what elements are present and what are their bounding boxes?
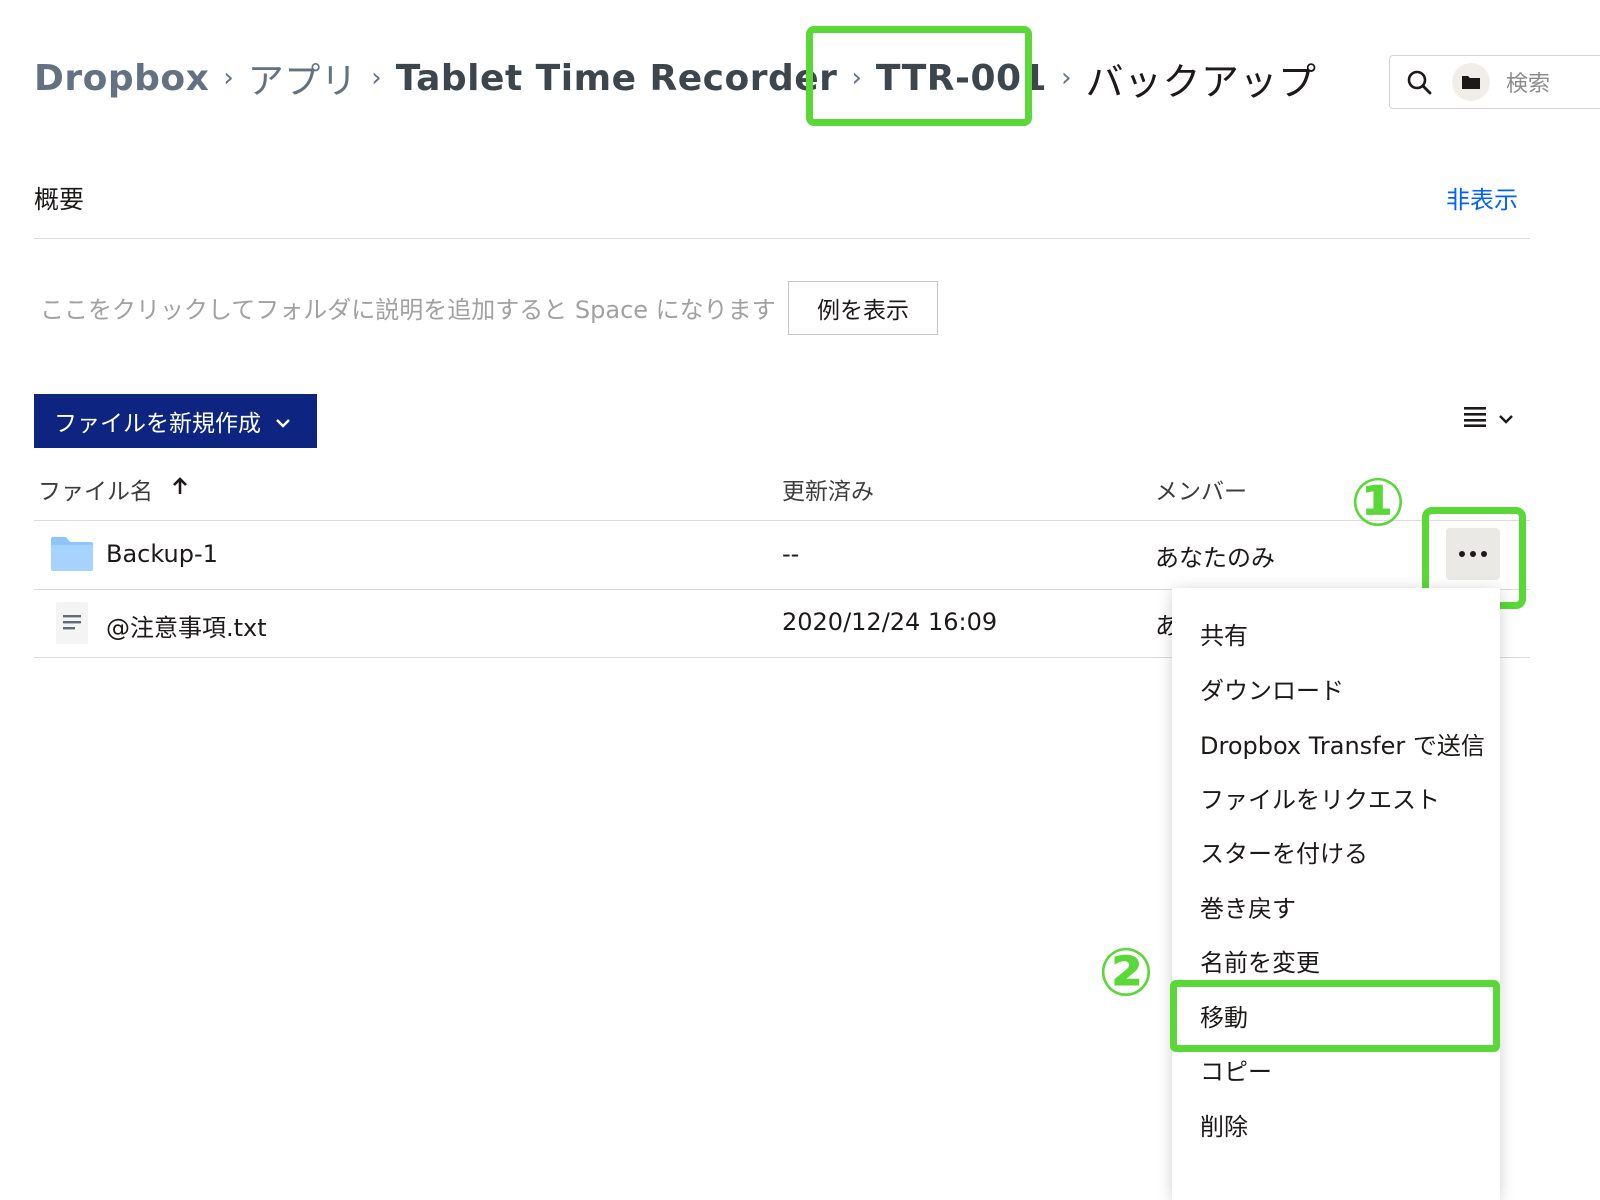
menu-item-copy[interactable]: コピー bbox=[1200, 1052, 1272, 1087]
search-placeholder: 検索 bbox=[1506, 72, 1551, 97]
text-file-icon bbox=[56, 602, 88, 648]
folder-scope-icon[interactable] bbox=[1452, 63, 1490, 101]
members: あなたのみ bbox=[1155, 544, 1275, 572]
breadcrumb-separator: › bbox=[223, 63, 234, 93]
modified-date: -- bbox=[782, 540, 800, 568]
column-header-name[interactable]: ファイル名 bbox=[38, 472, 189, 506]
modified-date: 2020/12/24 16:09 bbox=[782, 608, 998, 636]
step-2-badge: ② bbox=[1098, 934, 1154, 1011]
folder-icon bbox=[50, 536, 94, 576]
step-1-badge: ① bbox=[1350, 464, 1406, 541]
list-view-icon bbox=[1462, 405, 1488, 431]
hide-overview-link[interactable]: 非表示 bbox=[1446, 180, 1518, 215]
sort-ascending-icon bbox=[171, 476, 189, 502]
highlight-move-item bbox=[1170, 980, 1500, 1052]
breadcrumb-separator: › bbox=[371, 63, 382, 93]
folder-description-input[interactable]: ここをクリックしてフォルダに説明を追加すると Space になります bbox=[40, 290, 776, 325]
menu-item-rewind[interactable]: 巻き戻す bbox=[1200, 889, 1296, 924]
breadcrumb-separator: › bbox=[1061, 63, 1072, 93]
column-header-modified[interactable]: 更新済み bbox=[782, 472, 874, 506]
menu-item-download[interactable]: ダウンロード bbox=[1200, 671, 1344, 706]
chevron-down-icon bbox=[275, 408, 291, 434]
breadcrumb: Dropbox › アプリ › Tablet Time Recorder › T… bbox=[34, 50, 1317, 106]
file-name[interactable]: Backup-1 bbox=[106, 540, 218, 568]
menu-item-share[interactable]: 共有 bbox=[1200, 616, 1248, 651]
table-header-divider bbox=[34, 520, 1530, 521]
search-icon bbox=[1406, 69, 1432, 95]
menu-item-request-files[interactable]: ファイルをリクエスト bbox=[1200, 780, 1440, 815]
menu-item-send-transfer[interactable]: Dropbox Transfer で送信 bbox=[1200, 726, 1485, 761]
breadcrumb-apps[interactable]: アプリ bbox=[248, 52, 358, 104]
breadcrumb-current-folder: バックアップ bbox=[1085, 59, 1317, 104]
highlight-ttr-001 bbox=[806, 26, 1032, 126]
breadcrumb-tablet-time-recorder[interactable]: Tablet Time Recorder bbox=[396, 58, 838, 99]
context-menu: 共有 ダウンロード Dropbox Transfer で送信 ファイルをリクエス… bbox=[1172, 588, 1500, 1200]
overview-title: 概要 bbox=[34, 185, 85, 214]
new-file-label: ファイルを新規作成 bbox=[54, 411, 261, 437]
column-header-members[interactable]: メンバー bbox=[1155, 472, 1247, 506]
view-options-button[interactable] bbox=[1462, 405, 1514, 431]
overview-divider bbox=[34, 238, 1530, 239]
file-name[interactable]: @注意事項.txt bbox=[106, 608, 267, 643]
search-input[interactable]: 検索 bbox=[1389, 55, 1600, 109]
menu-item-rename[interactable]: 名前を変更 bbox=[1200, 943, 1320, 978]
show-example-button[interactable]: 例を表示 bbox=[788, 281, 938, 335]
chevron-down-icon bbox=[1498, 409, 1514, 428]
new-file-button[interactable]: ファイルを新規作成 bbox=[34, 394, 317, 448]
breadcrumb-dropbox[interactable]: Dropbox bbox=[34, 58, 209, 99]
column-name-label: ファイル名 bbox=[38, 479, 153, 505]
menu-item-star[interactable]: スターを付ける bbox=[1200, 834, 1368, 869]
menu-item-delete[interactable]: 削除 bbox=[1200, 1107, 1248, 1142]
